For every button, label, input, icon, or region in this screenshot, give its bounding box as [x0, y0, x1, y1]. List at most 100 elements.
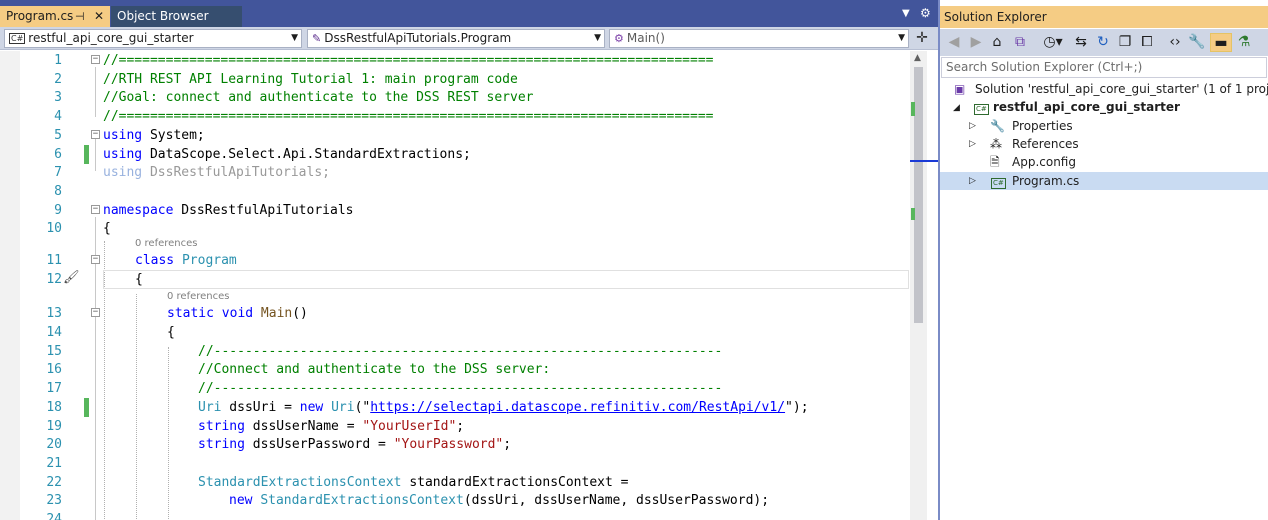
- project-dropdown[interactable]: C# restful_api_core_gui_starter ▼: [4, 29, 302, 48]
- keyword: new: [299, 399, 324, 415]
- tree-item-references[interactable]: ▷ ⁂ References: [940, 135, 1268, 153]
- refresh-icon[interactable]: ↻: [1094, 33, 1112, 52]
- code-cleanup-brush-icon[interactable]: 🖌: [63, 270, 80, 285]
- view-code-icon[interactable]: ‹›: [1166, 33, 1184, 52]
- code-line: 19 string dssUserName = "YourUserId";: [0, 417, 910, 436]
- line-number: 1: [54, 53, 62, 68]
- code-text: //======================================…: [103, 53, 714, 68]
- collapse-icon[interactable]: −: [91, 255, 100, 264]
- keyword: using: [103, 146, 143, 162]
- code-line: 8: [0, 182, 910, 201]
- class-view-icon[interactable]: ⚗: [1234, 33, 1254, 52]
- project-dropdown-value: restful_api_core_gui_starter: [28, 31, 194, 45]
- tab-list-dropdown-icon[interactable]: ▼: [902, 8, 910, 19]
- code-line: 17 //-----------------------------------…: [0, 379, 910, 398]
- line-number: 9: [54, 202, 62, 218]
- sync-with-document-icon[interactable]: ⇆: [1072, 33, 1090, 52]
- code-line: 6 using DataScope.Select.Api.StandardExt…: [0, 144, 910, 164]
- code-token: DssRestfulApiTutorials;: [142, 165, 330, 181]
- code-token: (": [354, 399, 371, 415]
- code-text: {: [135, 272, 143, 287]
- switch-views-icon[interactable]: ⧉: [1010, 33, 1030, 52]
- collapse-icon[interactable]: −: [91, 55, 100, 64]
- tree-item-properties[interactable]: ▷ 🔧 Properties: [940, 117, 1268, 135]
- keyword: namespace: [103, 202, 174, 218]
- properties-wrench-icon[interactable]: 🔧: [1188, 33, 1206, 52]
- collapse-icon[interactable]: −: [91, 308, 100, 317]
- preview-selected-items-icon[interactable]: ▬: [1210, 33, 1232, 52]
- chevron-down-icon: ▼: [898, 33, 905, 43]
- show-all-files-icon[interactable]: ⧠: [1138, 33, 1156, 52]
- code-line: 3 //Goal: connect and authenticate to th…: [0, 88, 910, 107]
- line-number: 4: [54, 109, 62, 125]
- tree-item-program-cs[interactable]: ▷ C# Program.cs: [940, 172, 1268, 190]
- code-text: //--------------------------------------…: [198, 343, 723, 359]
- split-window-icon[interactable]: ✛: [912, 29, 932, 48]
- solution-explorer-search-input[interactable]: Search Solution Explorer (Ctrl+;): [941, 57, 1267, 78]
- line-number: 10: [46, 221, 62, 237]
- expand-arrow-icon[interactable]: ▷: [969, 117, 976, 135]
- tree-item-solution[interactable]: ▣ Solution 'restful_api_core_gui_starter…: [940, 80, 1268, 98]
- tree-item-label: App.config: [1012, 155, 1076, 169]
- line-number: 11: [46, 253, 62, 268]
- code-line: 7 using DssRestfulApiTutorials;: [0, 163, 910, 182]
- string-literal: "YourUserId": [362, 418, 457, 434]
- class-dropdown-value: DssRestfulApiTutorials.Program: [324, 31, 512, 45]
- method-name: Main: [260, 306, 293, 321]
- tree-item-app-config[interactable]: 🗎 App.config: [940, 153, 1268, 171]
- back-icon[interactable]: ◀: [945, 33, 963, 52]
- collapse-icon[interactable]: −: [91, 129, 100, 139]
- codelens-references[interactable]: 0 references: [167, 291, 230, 303]
- vertical-scrollbar[interactable]: ▲: [910, 51, 938, 520]
- csharp-file-icon: C#: [991, 178, 1006, 189]
- expanded-arrow-icon[interactable]: ◢: [953, 99, 960, 117]
- home-icon[interactable]: ⌂: [988, 33, 1006, 52]
- close-icon[interactable]: ✕: [94, 6, 104, 27]
- pending-changes-filter-icon[interactable]: ◷▾: [1040, 33, 1066, 52]
- keyword: using: [103, 127, 143, 143]
- code-text: //--------------------------------------…: [198, 381, 723, 397]
- tree-item-label: restful_api_core_gui_starter: [993, 100, 1180, 114]
- tab-label: Object Browser: [117, 9, 209, 23]
- tab-program-cs[interactable]: Program.cs ⊣ ✕: [0, 6, 110, 27]
- type-name: StandardExtractionsContext: [198, 474, 402, 490]
- member-dropdown-value: Main(): [626, 31, 665, 45]
- line-number: 22: [46, 474, 62, 490]
- keyword: class: [135, 253, 175, 268]
- code-editor-pane: Program.cs ⊣ ✕ Object Browser ▼ ⚙ C# rest…: [0, 0, 938, 520]
- solution-explorer-title: Solution Explorer: [940, 6, 1268, 28]
- collapse-icon[interactable]: −: [91, 204, 100, 214]
- solution-explorer-toolbar: ◀ ▶ ⌂ ⧉ ◷▾ ⇆ ↻ ❐ ⧠ ‹› 🔧 ▬ ⚗: [940, 29, 1268, 56]
- code-line: 9 − namespace DssRestfulApiTutorials: [0, 201, 910, 220]
- code-line: 20 string dssUserPassword = "YourPasswor…: [0, 435, 910, 454]
- code-area[interactable]: 1 − //==================================…: [0, 51, 938, 520]
- line-number: 23: [46, 493, 62, 509]
- solution-icon: ▣: [954, 82, 966, 96]
- collapse-all-icon[interactable]: ❐: [1116, 33, 1134, 52]
- csharp-project-icon: C#: [9, 33, 26, 44]
- expand-arrow-icon[interactable]: ▷: [969, 172, 976, 190]
- code-line: 10 {: [0, 219, 910, 238]
- chevron-down-icon: ▼: [291, 33, 298, 43]
- code-text: using DssRestfulApiTutorials;: [103, 163, 330, 182]
- keyword: static void: [167, 306, 254, 321]
- code-text: //======================================…: [103, 109, 714, 125]
- tree-item-project[interactable]: ◢ C# restful_api_core_gui_starter: [940, 98, 1268, 116]
- tab-object-browser[interactable]: Object Browser: [111, 6, 242, 27]
- member-dropdown[interactable]: ⚙ Main() ▼: [609, 29, 909, 48]
- forward-icon[interactable]: ▶: [967, 33, 985, 52]
- line-number: 20: [46, 437, 62, 453]
- url-link[interactable]: https://selectapi.datascope.refinitiv.co…: [370, 400, 785, 415]
- line-number: 18: [46, 399, 62, 415]
- line-number: 15: [46, 343, 62, 359]
- expand-arrow-icon[interactable]: ▷: [969, 135, 976, 153]
- scrollbar-thumb[interactable]: [914, 67, 923, 323]
- gear-icon[interactable]: ⚙: [920, 6, 931, 20]
- scroll-up-icon[interactable]: ▲: [914, 53, 921, 63]
- tab-label: Program.cs: [6, 9, 74, 23]
- code-line: 5 − using System;: [0, 126, 910, 145]
- pin-icon[interactable]: ⊣: [75, 6, 85, 27]
- class-dropdown[interactable]: ✎ DssRestfulApiTutorials.Program ▼: [307, 29, 605, 48]
- codelens-references[interactable]: 0 references: [135, 238, 198, 250]
- code-text: //Goal: connect and authenticate to the …: [103, 90, 534, 106]
